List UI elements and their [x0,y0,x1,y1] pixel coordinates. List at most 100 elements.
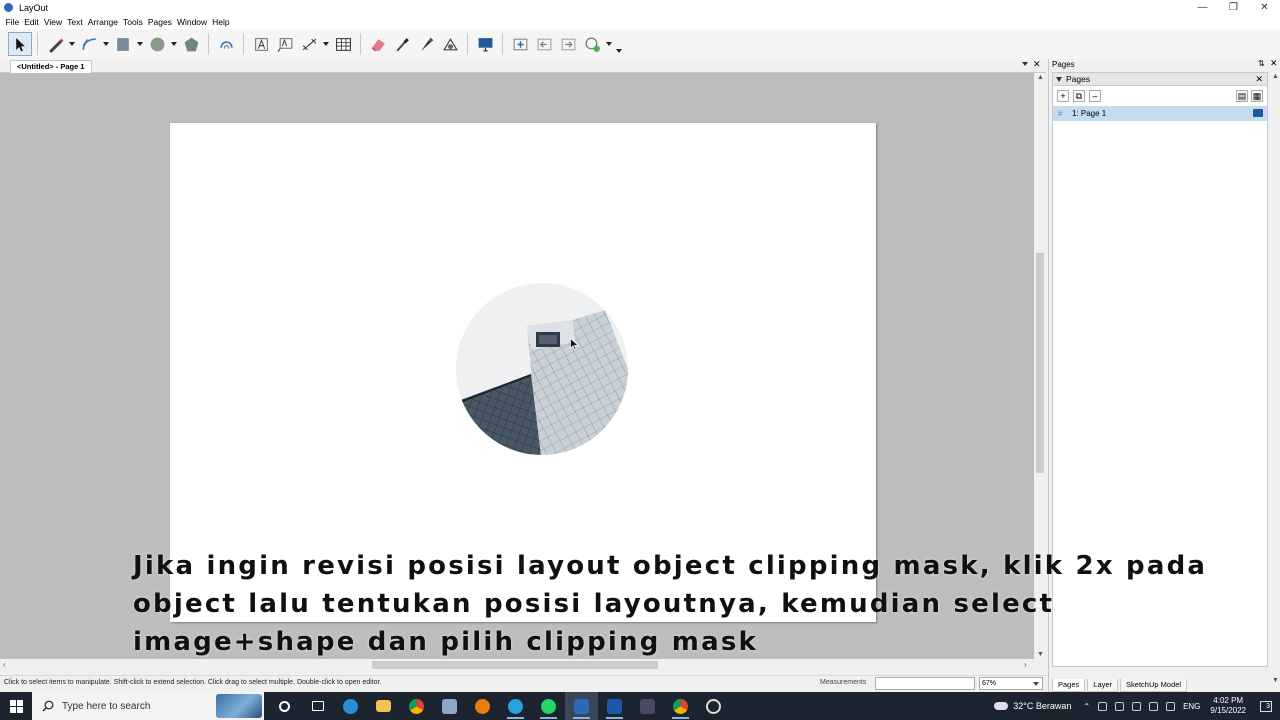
text-tool-button[interactable] [249,32,273,56]
tab-layer[interactable]: Layer [1087,679,1119,692]
zoom-select[interactable]: 67% [979,677,1043,690]
menu-window[interactable]: Window [174,17,209,27]
thumbnail-view-icon[interactable]: ▦ [1251,90,1263,102]
close-tray-button[interactable]: ✕ [1270,58,1278,69]
minimize-button[interactable]: — [1187,0,1218,15]
video-subtitle: Jika ingin revisi posisi layout object c… [133,551,1208,657]
taskbar-blender[interactable] [466,692,499,720]
cortana-button[interactable] [268,692,301,720]
toolbar-separator [243,33,244,55]
weather-widget[interactable]: 32°C Berawan [994,701,1071,711]
help-search-dropdown[interactable] [604,32,614,56]
list-view-icon[interactable]: ▤ [1236,90,1248,102]
offset-tool-button[interactable] [214,32,238,56]
line-tool-button[interactable] [43,32,67,56]
taskbar-search[interactable]: Type here to search [32,692,264,720]
toolbar [0,29,1280,59]
menu-help[interactable]: Help [210,17,232,27]
table-tool-button[interactable] [331,32,355,56]
chevron-up-icon[interactable]: ⌃ [1083,702,1090,711]
language-indicator[interactable]: ENG [1183,702,1200,711]
chrome-icon [673,698,688,714]
vertical-scroll-thumb[interactable] [1036,253,1044,473]
taskbar-app-bird[interactable] [433,692,466,720]
rectangle-tool-dropdown[interactable] [135,32,145,56]
line-tool-dropdown[interactable] [67,32,77,56]
menu-edit[interactable]: Edit [22,17,42,27]
notification-icon[interactable]: 3 [1260,700,1272,712]
microphone-icon[interactable] [1115,701,1125,711]
network-icon[interactable] [1098,701,1108,711]
arc-tool-dropdown[interactable] [101,32,111,56]
arc-tool-button[interactable] [77,32,101,56]
previous-page-button[interactable] [532,32,556,56]
style-tool-button[interactable] [390,32,414,56]
taskbar-chrome[interactable] [400,692,433,720]
volume-icon[interactable] [1149,701,1159,711]
join-tool-button[interactable] [438,32,462,56]
menu-pages[interactable]: Pages [145,17,174,27]
taskbar-telegram[interactable] [499,692,532,720]
document-tab[interactable]: <Untitled> - Page 1 [10,60,92,73]
dimension-tool-button[interactable] [297,32,321,56]
menu-tools[interactable]: Tools [120,17,145,27]
help-search-button[interactable] [580,32,604,56]
scroll-left-arrow-icon[interactable]: ‹ [3,660,6,669]
page-list-item[interactable]: # 1: Page 1 [1053,106,1267,121]
pin-icon[interactable]: ⇅ [1258,59,1265,68]
tab-pages[interactable]: Pages [1052,679,1086,692]
scroll-up-arrow-icon[interactable]: ▲ [1037,74,1044,81]
scroll-up-arrow-icon[interactable]: ▲ [1272,73,1279,80]
polygon-tool-button[interactable] [179,32,203,56]
next-page-button[interactable] [556,32,580,56]
blender-icon [475,698,490,714]
restore-button[interactable]: ❐ [1218,0,1249,15]
battery-icon[interactable] [1132,701,1142,711]
start-button[interactable] [0,692,32,720]
task-view-button[interactable] [301,692,334,720]
chevron-down-icon[interactable] [1022,62,1028,66]
circle-tool-dropdown[interactable] [169,32,179,56]
toolbar-separator [37,33,38,55]
duplicate-page-icon[interactable]: ⧉ [1073,90,1085,102]
scroll-right-arrow-icon[interactable]: › [1024,660,1027,669]
pages-section-header[interactable]: Pages ✕ [1053,73,1267,86]
taskbar-sketchup[interactable] [598,692,631,720]
scroll-down-arrow-icon[interactable]: ▼ [1272,677,1279,684]
close-section-button[interactable]: ✕ [1255,73,1263,86]
mouse-cursor-icon [570,338,579,351]
dimension-tool-dropdown[interactable] [321,32,331,56]
close-tab-button[interactable]: ✕ [1033,59,1041,70]
pen-icon[interactable] [1166,701,1176,711]
menu-view[interactable]: View [41,17,64,27]
menu-file[interactable]: File [3,17,22,27]
sketchup-icon [607,698,622,714]
taskbar-whatsapp[interactable] [532,692,565,720]
taskbar-file-explorer[interactable] [367,692,400,720]
label-tool-button[interactable] [273,32,297,56]
eraser-tool-button[interactable] [366,32,390,56]
horizontal-scroll-thumb[interactable] [372,661,658,669]
circle-tool-button[interactable] [145,32,169,56]
delete-page-icon[interactable]: – [1089,90,1101,102]
taskbar-edge[interactable] [334,692,367,720]
split-tool-button[interactable] [414,32,438,56]
menu-arrange[interactable]: Arrange [85,17,120,27]
select-tool-button[interactable] [8,32,32,56]
menu-text[interactable]: Text [65,17,86,27]
measurements-field[interactable] [875,677,975,690]
clipped-building-image[interactable] [455,282,629,456]
presentation-screen-icon[interactable] [1253,109,1263,117]
taskbar-vegas[interactable] [631,692,664,720]
polygon-icon [184,37,198,51]
add-page-button[interactable] [508,32,532,56]
close-window-button[interactable]: ✕ [1249,0,1280,15]
taskbar-obs[interactable] [697,692,730,720]
taskbar-chrome-2[interactable] [664,692,697,720]
add-page-icon[interactable]: + [1057,90,1069,102]
taskbar-clock[interactable]: 4:02 PM 9/15/2022 [1210,696,1246,716]
tab-sketchup-model[interactable]: SketchUp Model [1120,679,1188,692]
rectangle-tool-button[interactable] [111,32,135,56]
taskbar-layout[interactable] [565,692,598,720]
presentation-button[interactable] [473,32,497,56]
